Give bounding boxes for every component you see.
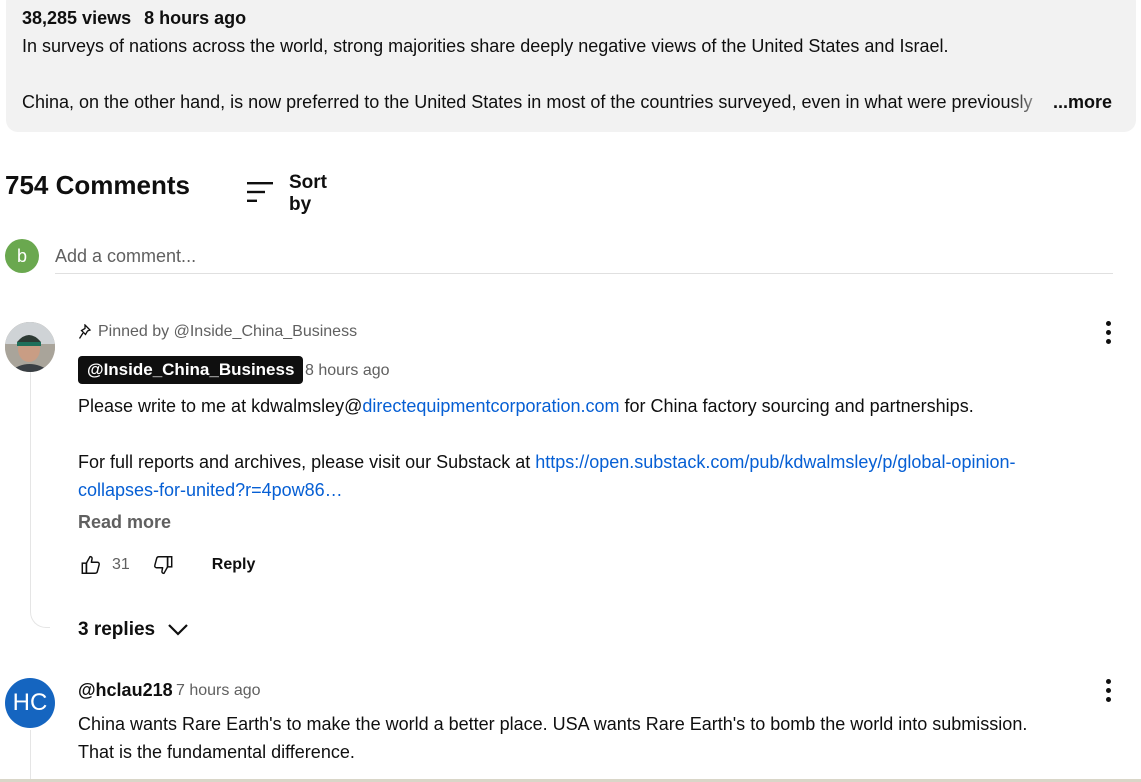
description-more-button[interactable]: ...more <box>1053 92 1112 113</box>
thumbs-up-icon <box>81 555 100 574</box>
comment-time-2[interactable]: 7 hours ago <box>176 682 261 700</box>
comments-count: 754 Comments <box>5 170 190 200</box>
dislike-button[interactable] <box>150 552 176 578</box>
reply-button[interactable]: Reply <box>212 556 256 574</box>
comment2-text-line-2: That is the fundamental difference. <box>78 742 355 762</box>
replies-label: 3 replies <box>78 619 156 640</box>
comment-time[interactable]: 8 hours ago <box>305 362 390 380</box>
add-comment-input[interactable] <box>55 240 1113 274</box>
view-replies-button[interactable]: 3 replies <box>78 619 189 641</box>
commenter-avatar-hc[interactable]: HC <box>5 678 55 728</box>
comment-text-line-2: For full reports and archives, please vi… <box>78 452 1016 472</box>
like-count: 31 <box>112 556 130 573</box>
thread-connector-line <box>30 372 50 628</box>
comment-actions: 31 Reply <box>78 552 255 578</box>
view-count: 38,285 views <box>22 8 132 28</box>
comment2-text-line-1: China wants Rare Earth's to make the wor… <box>78 714 1028 734</box>
sort-by-button[interactable]: Sort by <box>245 172 327 216</box>
comment-author-badge[interactable]: @Inside_China_Business <box>78 356 304 384</box>
more-vert-icon-2 <box>1105 678 1111 702</box>
thumbs-down-icon <box>153 556 173 575</box>
comment-author[interactable]: @hclau218 <box>78 680 173 701</box>
commenter-avatar[interactable] <box>5 322 55 372</box>
sort-icon <box>245 179 275 210</box>
more-vert-icon <box>1105 320 1111 344</box>
pinned-indicator: Pinned by @Inside_China_Business <box>78 323 357 341</box>
description-line-2: China, on the other hand, is now preferr… <box>22 92 1033 112</box>
chevron-down-icon <box>168 624 188 636</box>
email-domain-link[interactable]: directequipmentcorporation.com <box>362 396 619 416</box>
comment-text-line-3: collapses-for-united?r=4pow86… <box>78 476 343 504</box>
description-line-1: In surveys of nations across the world, … <box>22 36 949 56</box>
like-button[interactable] <box>78 552 104 578</box>
upload-age: 8 hours ago <box>144 8 247 28</box>
video-stats: 38,285 views 8 hours ago <box>22 8 254 29</box>
sort-by-label: Sort by <box>289 172 327 215</box>
pin-icon <box>78 324 92 339</box>
comment-text-line-1: Please write to me at kdwalmsley@directe… <box>78 396 974 416</box>
comment2-menu-button[interactable] <box>1096 676 1120 704</box>
video-description[interactable]: 38,285 views 8 hours ago In surveys of n… <box>6 0 1136 132</box>
user-avatar: b <box>5 239 39 273</box>
substack-link-continued[interactable]: collapses-for-united?r=4pow86… <box>78 480 343 500</box>
pinned-label: Pinned by @Inside_China_Business <box>98 323 358 340</box>
comment-menu-button[interactable] <box>1096 318 1120 346</box>
substack-link[interactable]: https://open.substack.com/pub/kdwalmsley… <box>535 452 1015 472</box>
comments-header: 754 Comments Sort by <box>5 170 327 215</box>
read-more-button[interactable]: Read more <box>78 512 171 533</box>
thread-connector-line-2 <box>30 730 31 782</box>
